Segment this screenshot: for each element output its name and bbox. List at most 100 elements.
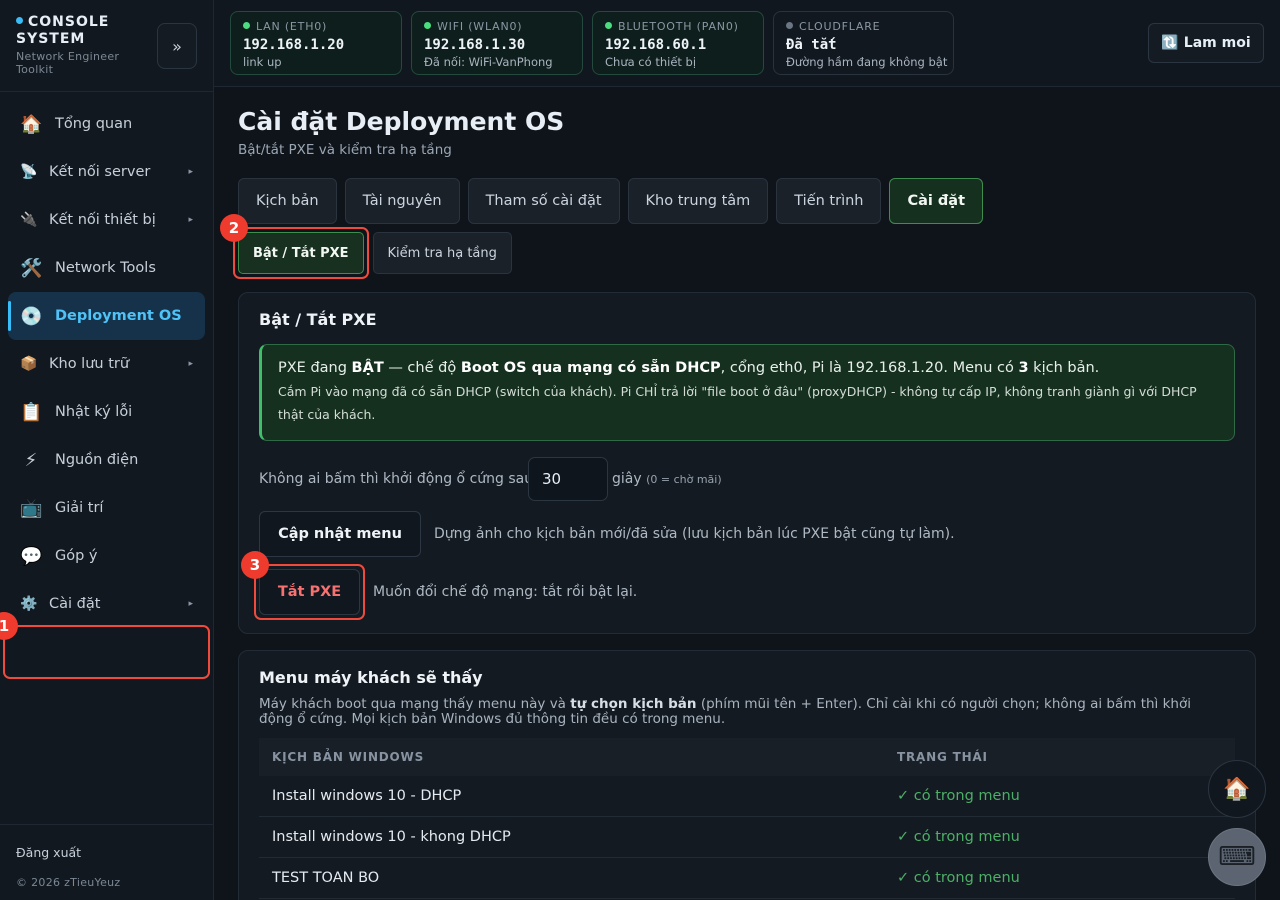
scenario-status: ✓ có trong menu [897,788,1020,804]
tab-install-params[interactable]: Tham số cài đặt [467,178,620,224]
sidebar-item-label: Kết nối server [49,164,151,180]
sidebar-item-power[interactable]: ⚡ Nguồn điện [8,436,205,484]
network-name-text: LAN (ETH0) [256,20,328,33]
disable-pxe-hint: Muốn đổi chế độ mạng: tắt rồi bật lại. [373,584,638,600]
network-name-text: CLOUDFLARE [799,20,881,33]
pxe-status-text: PXE đang BẬT — chế độ Boot OS qua mạng c… [278,357,1218,379]
update-menu-button[interactable]: Cập nhật menu [259,511,421,557]
network-status: Đã nối: WiFi-VanPhong [424,55,553,69]
sidebar-item-overview[interactable]: 🏠 Tổng quan [8,100,205,148]
refresh-button[interactable]: 🔃 Lam moi [1148,23,1264,63]
sidebar-item-storage[interactable]: 📦 Kho lưu trữ ▸ [8,340,205,388]
marker-badge-3: 3 [241,551,269,579]
brand-subtitle: Network Engineer Toolkit [16,50,120,76]
collapse-sidebar-button[interactable]: » [157,23,197,69]
alert-text: kịch bản. [1028,360,1100,376]
page-subtitle: Bật/tắt PXE và kiểm tra hạ tầng [238,142,452,158]
divider [0,824,214,825]
satellite-icon: 📡 [20,164,38,180]
network-name-text: BLUETOOTH (PAN0) [618,20,739,33]
desc-bold: tự chọn kịch bản [570,696,697,712]
network-name-text: WIFI (WLAN0) [437,20,523,33]
status-led-icon [424,22,431,29]
sidebar-item-label: Deployment OS [55,308,182,324]
sidebar-nav: 🏠 Tổng quan 📡 Kết nối server ▸ 🔌 Kết nối… [8,100,205,628]
network-name: BLUETOOTH (PAN0) [605,20,751,33]
sidebar-item-label: Network Tools [55,260,156,276]
brand: CONSOLE SYSTEM Network Engineer Toolkit [16,14,156,76]
home-icon: 🏠 [20,113,43,135]
client-menu-title: Menu máy khách sẽ thấy [259,668,483,687]
copyright: © 2026 zTieuYeuz [16,876,121,889]
timeout-note: (0 = chờ mãi) [646,473,722,486]
sidebar-item-label: Nhật ký lỗi [55,404,133,420]
network-card-wifi[interactable]: WIFI (WLAN0) 192.168.1.30 Đã nối: WiFi-V… [411,11,583,75]
network-name: LAN (ETH0) [243,20,389,33]
clipboard-icon: 📋 [20,401,43,423]
tools-icon: 🛠️ [20,257,43,279]
client-menu-description: Máy khách boot qua mạng thấy menu này và… [259,697,1229,727]
logout-link[interactable]: Đăng xuất [16,845,81,860]
tab-scenarios[interactable]: Kịch bản [238,178,337,224]
network-card-cloudflare[interactable]: CLOUDFLARE Đã tắt Đường hầm đang không b… [773,11,954,75]
sidebar-item-device-connect[interactable]: 🔌 Kết nối thiết bị ▸ [8,196,205,244]
network-name: CLOUDFLARE [786,20,941,33]
sidebar-item-error-log[interactable]: 📋 Nhật ký lỗi [8,388,205,436]
highlight-box-1 [3,625,210,679]
desc-text: Máy khách boot qua mạng thấy menu này và [259,696,571,712]
scenario-count: 3 [1018,360,1029,376]
status-led-icon [786,22,793,29]
scenario-name: TEST TOAN BO [272,870,380,886]
timeout-input[interactable] [528,457,608,501]
caret-right-icon: ▸ [188,167,193,177]
pxe-panel-title: Bật / Tắt PXE [259,310,377,329]
timeout-unit: giây (0 = chờ mãi) [612,471,722,487]
brand-title-text: CONSOLE SYSTEM [16,14,110,47]
network-card-lan[interactable]: LAN (ETH0) 192.168.1.20 link up [230,11,402,75]
sidebar: CONSOLE SYSTEM Network Engineer Toolkit … [0,0,214,900]
timeout-unit-text: giây [612,471,642,487]
network-ip: 192.168.60.1 [605,37,707,53]
keyboard-fab-button[interactable]: ⌨ [1208,828,1266,886]
sidebar-item-deployment-os[interactable]: 💿 Deployment OS [8,292,205,340]
home-fab-button[interactable]: 🏠 [1208,760,1266,818]
brand-title: CONSOLE SYSTEM [16,14,156,48]
pxe-mode: Boot OS qua mạng có sẵn DHCP [460,360,721,376]
tab-progress[interactable]: Tiến trình [776,178,882,224]
column-header-status: TRẠNG THÁI [897,750,988,764]
tab-central-repo[interactable]: Kho trung tâm [627,178,769,224]
sidebar-item-server-connect[interactable]: 📡 Kết nối server ▸ [8,148,205,196]
topbar: LAN (ETH0) 192.168.1.20 link up WIFI (WL… [214,0,1280,87]
sidebar-item-label: Giải trí [55,500,104,516]
network-card-bluetooth[interactable]: BLUETOOTH (PAN0) 192.168.60.1 Chưa có th… [592,11,764,75]
sidebar-item-feedback[interactable]: 💬 Góp ý [8,532,205,580]
subtab-infra-check[interactable]: Kiểm tra hạ tầng [372,232,512,274]
tab-settings[interactable]: Cài đặt [889,178,984,224]
scenario-status: ✓ có trong menu [897,870,1020,886]
network-status: link up [243,55,282,69]
sidebar-item-network-tools[interactable]: 🛠️ Network Tools [8,244,205,292]
scenario-table: KỊCH BẢN WINDOWS TRẠNG THÁI Install wind… [259,738,1235,899]
highlight-box-2 [233,227,369,279]
network-ip: Đã tắt [786,37,837,53]
double-chevron-right-icon: » [172,36,182,56]
pxe-state: BẬT [351,360,384,376]
sidebar-item-entertainment[interactable]: 📺 Giải trí [8,484,205,532]
disc-icon: 💿 [20,305,43,327]
speech-bubble-icon: 💬 [20,545,43,567]
scenario-name: Install windows 10 - khong DHCP [272,829,511,845]
status-led-icon [605,22,612,29]
scenario-status: ✓ có trong menu [897,829,1020,845]
sidebar-item-label: Góp ý [55,548,98,564]
pxe-panel: Bật / Tắt PXE PXE đang BẬT — chế độ Boot… [238,292,1256,634]
tv-icon: 📺 [20,497,43,519]
timeout-label: Không ai bấm thì khởi động ổ cứng sau [259,471,534,487]
alert-text: — chế độ [383,360,461,376]
client-menu-panel: Menu máy khách sẽ thấy Máy khách boot qu… [238,650,1256,900]
caret-right-icon: ▸ [188,599,193,609]
sidebar-item-settings[interactable]: ⚙️ Cài đặt ▸ [8,580,205,628]
tab-resources[interactable]: Tài nguyên [344,178,460,224]
update-menu-hint: Dựng ảnh cho kịch bản mới/đã sửa (lưu kị… [434,526,955,542]
table-header: KỊCH BẢN WINDOWS TRẠNG THÁI [259,738,1235,776]
caret-right-icon: ▸ [188,359,193,369]
